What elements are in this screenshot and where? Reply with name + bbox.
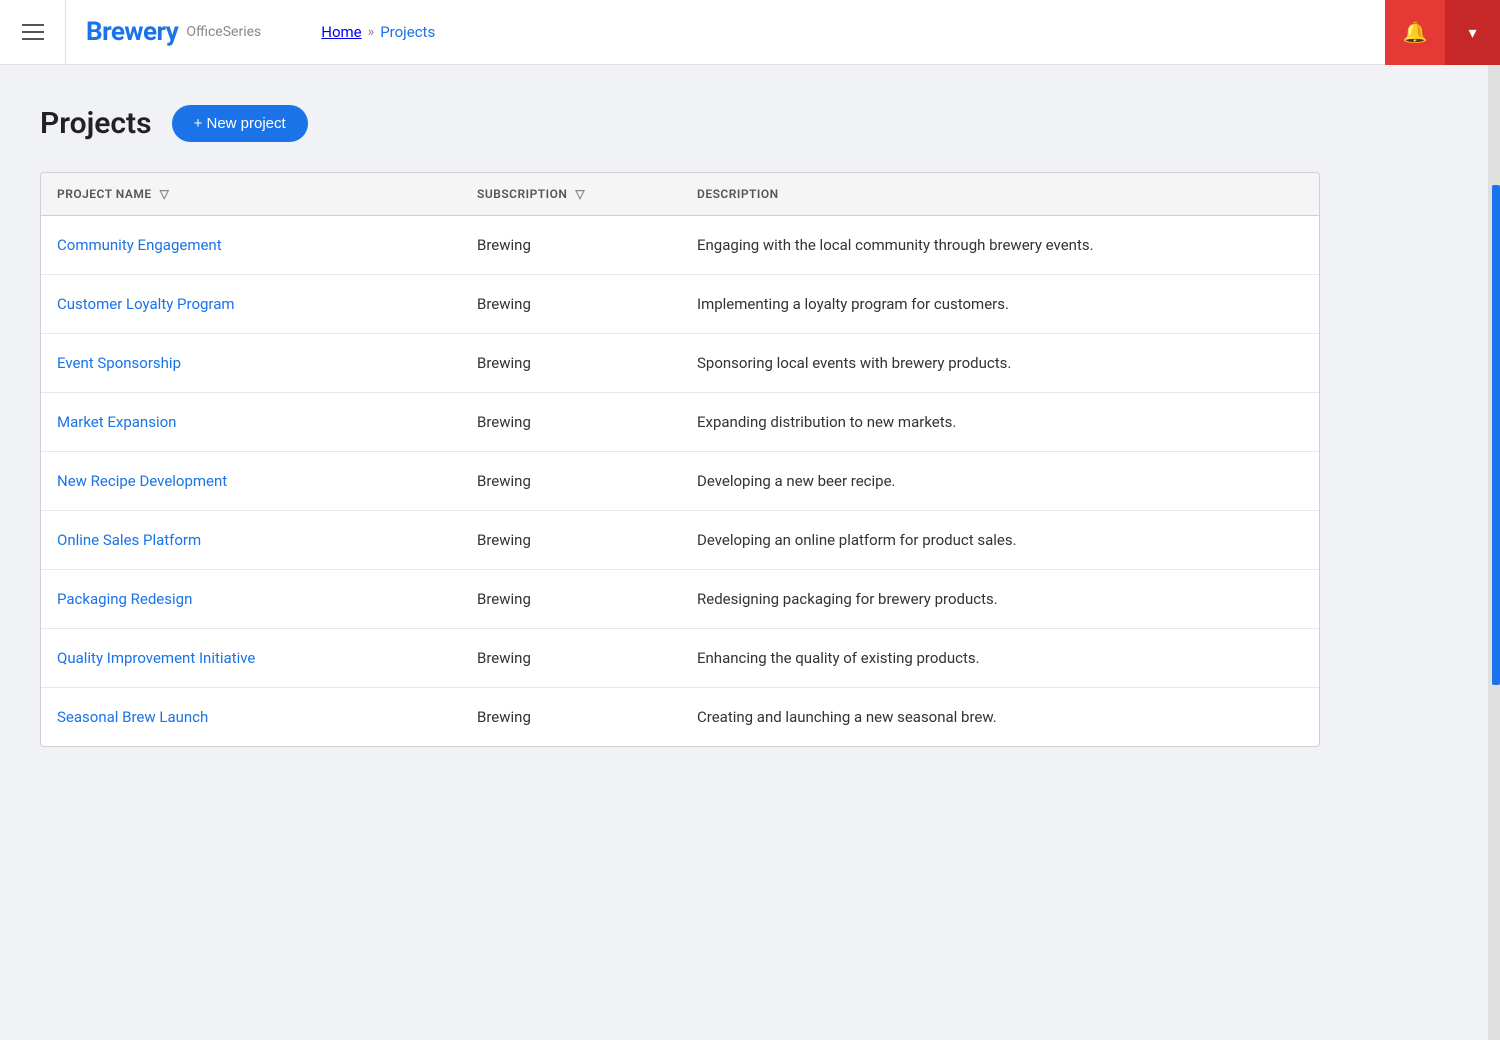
- cell-subscription: Brewing: [461, 511, 681, 570]
- cell-subscription: Brewing: [461, 393, 681, 452]
- project-link[interactable]: Quality Improvement Initiative: [57, 649, 255, 667]
- breadcrumb-separator: »: [368, 24, 375, 40]
- column-header-subscription: SUBSCRIPTION ▽: [461, 173, 681, 216]
- cell-subscription: Brewing: [461, 629, 681, 688]
- cell-subscription: Brewing: [461, 275, 681, 334]
- column-header-description: DESCRIPTION: [681, 173, 1319, 216]
- table-row: Community Engagement BrewingEngaging with…: [41, 216, 1319, 275]
- filter-icon-name[interactable]: ▽: [160, 187, 170, 201]
- breadcrumb: Home » Projects: [321, 23, 435, 41]
- main-content: Projects + New project PROJECT NAME ▽ SU…: [0, 65, 1500, 787]
- project-link[interactable]: New Recipe Development: [57, 472, 227, 490]
- scrollbar-thumb[interactable]: [1492, 185, 1500, 685]
- cell-description: Expanding distribution to new markets.: [681, 393, 1319, 452]
- cell-description: Sponsoring local events with brewery pro…: [681, 334, 1319, 393]
- table-row: Online Sales Platform BrewingDeveloping a…: [41, 511, 1319, 570]
- header: Brewery OfficeSeries Home » Projects 🔔 ▾: [0, 0, 1500, 65]
- filter-icon-subscription[interactable]: ▽: [575, 187, 585, 201]
- cell-description: Implementing a loyalty program for custo…: [681, 275, 1319, 334]
- header-actions: 🔔 ▾: [1385, 0, 1500, 65]
- cell-description: Redesigning packaging for brewery produc…: [681, 570, 1319, 629]
- cell-description: Developing an online platform for produc…: [681, 511, 1319, 570]
- cell-subscription: Brewing: [461, 334, 681, 393]
- cell-project-name: Quality Improvement Initiative: [41, 629, 461, 688]
- table-header-row: PROJECT NAME ▽ SUBSCRIPTION ▽ DESCRIPTIO…: [41, 173, 1319, 216]
- cell-project-name: Market Expansion: [41, 393, 461, 452]
- cell-subscription: Brewing: [461, 452, 681, 511]
- column-header-name: PROJECT NAME ▽: [41, 173, 461, 216]
- project-link[interactable]: Packaging Redesign: [57, 590, 192, 608]
- table-row: Event Sponsorship BrewingSponsoring local…: [41, 334, 1319, 393]
- cell-subscription: Brewing: [461, 688, 681, 747]
- page-header: Projects + New project: [40, 105, 1460, 142]
- table-row: Customer Loyalty Program BrewingImplement…: [41, 275, 1319, 334]
- dropdown-button[interactable]: ▾: [1445, 0, 1500, 65]
- page-title: Projects: [40, 106, 152, 141]
- table-row: Quality Improvement Initiative BrewingEnh…: [41, 629, 1319, 688]
- cell-description: Developing a new beer recipe.: [681, 452, 1319, 511]
- cell-project-name: Packaging Redesign: [41, 570, 461, 629]
- cell-project-name: Seasonal Brew Launch: [41, 688, 461, 747]
- projects-table: PROJECT NAME ▽ SUBSCRIPTION ▽ DESCRIPTIO…: [41, 173, 1319, 746]
- project-link[interactable]: Online Sales Platform: [57, 531, 201, 549]
- breadcrumb-home[interactable]: Home: [321, 23, 361, 41]
- cell-subscription: Brewing: [461, 216, 681, 275]
- cell-project-name: New Recipe Development: [41, 452, 461, 511]
- table-row: Packaging Redesign BrewingRedesigning pac…: [41, 570, 1319, 629]
- logo-series: OfficeSeries: [186, 24, 261, 40]
- new-project-button[interactable]: + New project: [172, 105, 308, 142]
- breadcrumb-current: Projects: [380, 23, 435, 41]
- logo-area: Brewery OfficeSeries: [65, 0, 281, 65]
- notification-button[interactable]: 🔔: [1385, 0, 1445, 65]
- cell-project-name: Customer Loyalty Program: [41, 275, 461, 334]
- cell-description: Enhancing the quality of existing produc…: [681, 629, 1319, 688]
- cell-project-name: Community Engagement: [41, 216, 461, 275]
- cell-subscription: Brewing: [461, 570, 681, 629]
- project-link[interactable]: Market Expansion: [57, 413, 176, 431]
- hamburger-icon: [22, 24, 44, 40]
- scrollbar-track: [1488, 65, 1500, 1040]
- chevron-down-icon: ▾: [1468, 23, 1476, 42]
- cell-description: Engaging with the local community throug…: [681, 216, 1319, 275]
- project-link[interactable]: Seasonal Brew Launch: [57, 708, 208, 726]
- table-row: Seasonal Brew Launch BrewingCreating and …: [41, 688, 1319, 747]
- projects-table-container: PROJECT NAME ▽ SUBSCRIPTION ▽ DESCRIPTIO…: [40, 172, 1320, 747]
- hamburger-menu[interactable]: [0, 0, 65, 65]
- logo-brewery: Brewery: [86, 17, 178, 47]
- table-row: Market Expansion BrewingExpanding distrib…: [41, 393, 1319, 452]
- bell-icon: 🔔: [1403, 20, 1428, 44]
- cell-project-name: Online Sales Platform: [41, 511, 461, 570]
- table-row: New Recipe Development BrewingDeveloping …: [41, 452, 1319, 511]
- project-link[interactable]: Event Sponsorship: [57, 354, 181, 372]
- cell-project-name: Event Sponsorship: [41, 334, 461, 393]
- project-link[interactable]: Customer Loyalty Program: [57, 295, 235, 313]
- cell-description: Creating and launching a new seasonal br…: [681, 688, 1319, 747]
- project-link[interactable]: Community Engagement: [57, 236, 222, 254]
